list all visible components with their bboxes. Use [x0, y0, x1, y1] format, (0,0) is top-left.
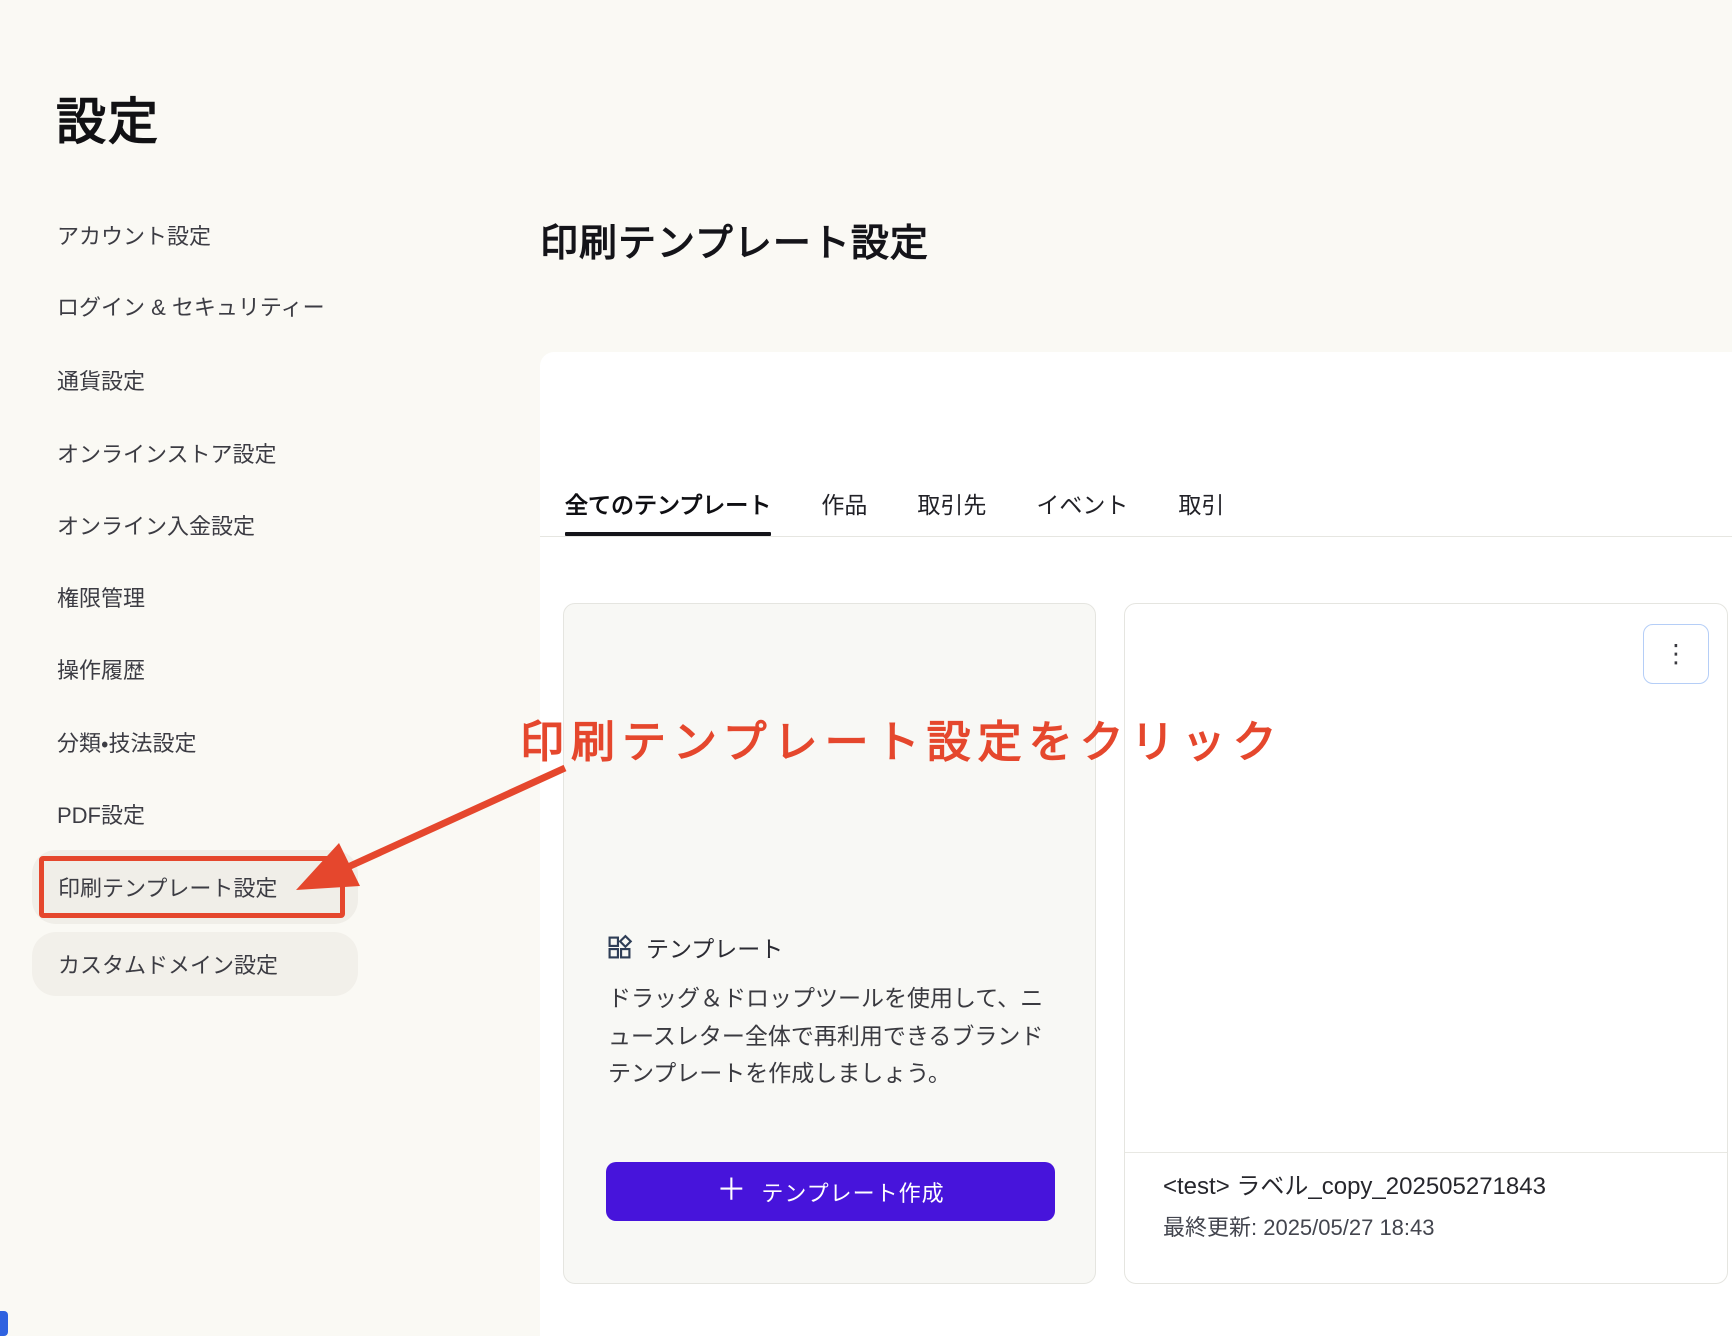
sidebar-item-label: 印刷テンプレート設定 [58, 871, 277, 903]
sidebar-item-online-deposit[interactable]: オンライン入金設定 [57, 512, 255, 542]
template-item-footer: <test> ラベル_copy_202505271843 最終更新: 2025/… [1163, 1166, 1546, 1242]
template-item-last-updated: 最終更新: 2025/05/27 18:43 [1163, 1210, 1546, 1242]
sidebar-item-custom-domain[interactable]: カスタムドメイン設定 [32, 932, 358, 996]
content-heading: 印刷テンプレート設定 [540, 212, 929, 267]
annotation-text: 印刷テンプレート設定をクリック [520, 706, 1284, 770]
tab-works[interactable]: 作品 [821, 486, 867, 520]
sidebar-item-classification[interactable]: 分類・技法設定 [57, 729, 196, 759]
sidebar-item-label: カスタムドメイン設定 [58, 948, 278, 980]
card-divider [1125, 1152, 1727, 1153]
kebab-menu-icon: ⋮ [1664, 642, 1689, 667]
tab-clients[interactable]: 取引先 [917, 486, 986, 520]
template-card-header: テンプレート [606, 930, 783, 964]
tabs-separator [540, 536, 1732, 537]
sidebar-item-online-store[interactable]: オンラインストア設定 [57, 440, 277, 470]
sidebar-item-account[interactable]: アカウント設定 [57, 222, 211, 252]
tab-events[interactable]: イベント [1036, 486, 1128, 520]
sidebar-item-pdf[interactable]: PDF設定 [57, 801, 145, 831]
active-tab-underline [565, 532, 771, 536]
tab-all-templates[interactable]: 全てのテンプレート [565, 486, 771, 520]
sidebar-item-permissions[interactable]: 権限管理 [57, 584, 145, 614]
sidebar-item-print-template[interactable]: 印刷テンプレート設定 [32, 850, 358, 924]
template-card-description: ドラッグ＆ドロップツールを使用して、ニュースレター全体で再利用できるブランドテン… [608, 980, 1058, 1093]
page-title: 設定 [56, 82, 160, 154]
sidebar-item-operation-history[interactable]: 操作履歴 [57, 656, 145, 686]
tab-transactions[interactable]: 取引 [1178, 486, 1224, 520]
plus-icon: ＋ [716, 1176, 746, 1206]
template-item-menu-button[interactable]: ⋮ [1643, 624, 1709, 684]
widgets-icon [606, 934, 633, 961]
create-template-button[interactable]: ＋ テンプレート作成 [606, 1162, 1055, 1221]
template-tabs: 全てのテンプレート 作品 取引先 イベント 取引 [565, 486, 1224, 520]
template-card-title: テンプレート [646, 930, 783, 964]
sidebar-item-currency[interactable]: 通貨設定 [57, 367, 145, 397]
template-item-name: <test> ラベル_copy_202505271843 [1163, 1166, 1546, 1201]
create-template-button-label: テンプレート作成 [761, 1176, 944, 1208]
decoration-blue-strip [0, 1311, 8, 1336]
sidebar-item-login-security[interactable]: ログイン & セキュリティー [57, 293, 325, 323]
settings-page: 設定 アカウント設定 ログイン & セキュリティー 通貨設定 オンラインストア設… [0, 0, 1732, 1336]
